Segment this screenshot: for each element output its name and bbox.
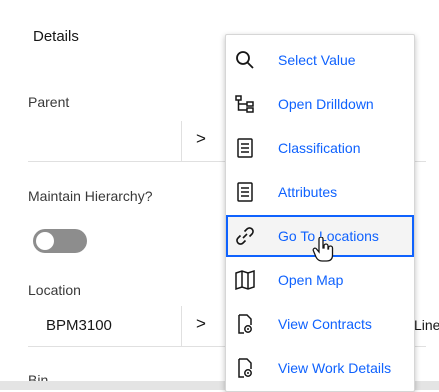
menu-item-label: Select Value [278,52,356,68]
menu-item-label: Open Map [278,272,344,288]
document-view-icon [234,357,256,379]
map-icon [234,269,256,291]
menu-item-open-map[interactable]: Open Map [226,259,414,301]
link-icon [234,225,256,247]
context-menu: Select Value Open Drilldown Classificati… [225,34,415,392]
location-label: Location [28,282,81,298]
document-view-icon [234,313,256,335]
menu-item-view-contracts[interactable]: View Contracts [226,303,414,345]
menu-item-label: Attributes [278,184,338,200]
field-divider [181,121,182,161]
menu-item-select-value[interactable]: Select Value [226,39,414,81]
chevron-right-icon[interactable]: > [196,314,206,334]
menu-item-label: Open Drilldown [278,96,374,112]
hierarchy-icon [234,93,256,115]
menu-item-open-drilldown[interactable]: Open Drilldown [226,83,414,125]
maintain-hierarchy-label: Maintain Hierarchy? [28,188,153,204]
menu-item-attributes[interactable]: Attributes [226,171,414,213]
section-title: Details [33,28,79,45]
toggle-knob [36,232,54,250]
menu-item-label: Classification [278,140,361,156]
parent-label: Parent [28,94,70,110]
menu-item-label: View Contracts [278,316,372,332]
list-icon [234,181,256,203]
list-icon [234,137,256,159]
field-divider [181,306,182,346]
hand-pointer-icon [312,237,334,262]
location-value: BPM3100 [46,317,112,334]
chevron-right-icon[interactable]: > [196,129,206,149]
search-icon [234,49,256,71]
menu-item-classification[interactable]: Classification [226,127,414,169]
menu-item-view-work-details[interactable]: View Work Details [226,347,414,389]
location-description-partial: Line [414,317,439,333]
maintain-hierarchy-toggle[interactable] [33,229,87,253]
menu-item-label: View Work Details [278,360,392,376]
